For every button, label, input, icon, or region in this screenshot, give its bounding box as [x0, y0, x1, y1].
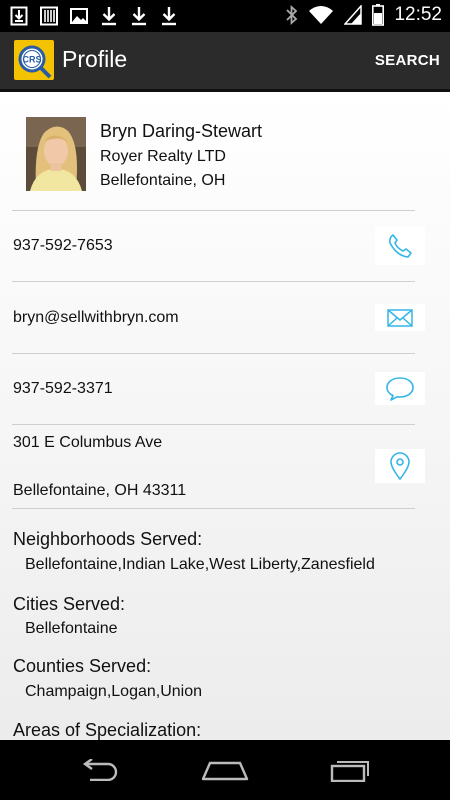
status-bar: 12:52 — [0, 0, 450, 32]
barcode-icon — [40, 6, 58, 26]
back-button[interactable] — [75, 754, 125, 786]
email-button[interactable] — [375, 304, 425, 331]
logo-text: CRS — [22, 55, 41, 65]
section-title-cities: Cities Served: — [13, 594, 126, 614]
download-box-icon — [10, 6, 28, 26]
agent-city: Bellefontaine, OH — [100, 172, 226, 189]
map-pin-icon — [390, 452, 410, 480]
signal-icon — [344, 5, 363, 25]
back-icon — [82, 759, 118, 781]
address-line-2[interactable]: Bellefontaine, OH 43311 — [13, 482, 186, 500]
section-title-specialization: Areas of Specialization: — [13, 720, 202, 740]
mail-icon — [387, 308, 413, 327]
map-button[interactable] — [375, 449, 425, 483]
navigation-bar — [0, 740, 450, 800]
avatar — [26, 117, 86, 191]
crs-logo: CRS — [14, 40, 54, 80]
message-button[interactable] — [375, 372, 425, 405]
wifi-icon — [309, 6, 334, 24]
agent-name: Bryn Daring-Stewart — [100, 121, 263, 141]
system-icons: 12:52 — [286, 4, 442, 26]
section-value-counties: Champaign,Logan,Union — [25, 683, 203, 700]
divider — [12, 210, 415, 211]
email-address[interactable]: bryn@sellwithbryn.com — [13, 309, 179, 327]
image-icon — [70, 8, 88, 24]
section-title-neighborhoods: Neighborhoods Served: — [13, 529, 203, 549]
divider — [12, 281, 415, 282]
divider — [12, 508, 415, 509]
divider — [12, 424, 415, 425]
address-line-1[interactable]: 301 E Columbus Ave — [13, 434, 162, 452]
page-title: Profile — [62, 46, 128, 72]
section-value-cities: Bellefontaine — [25, 620, 118, 637]
home-icon — [201, 761, 249, 781]
notification-icons — [10, 6, 178, 26]
profile-content[interactable]: Bryn Daring-Stewart Royer Realty LTD Bel… — [0, 92, 450, 740]
agent-company: Royer Realty LTD — [100, 148, 226, 165]
download-icon — [162, 7, 176, 26]
section-title-counties: Counties Served: — [13, 656, 152, 676]
call-button[interactable] — [375, 227, 425, 265]
search-button[interactable]: SEARCH — [375, 52, 440, 69]
clock: 12:52 — [394, 4, 442, 25]
section-value-neighborhoods: Bellefontaine,Indian Lake,West Liberty,Z… — [25, 556, 375, 573]
chat-bubble-icon — [386, 376, 414, 401]
bluetooth-icon — [286, 5, 298, 25]
home-button[interactable] — [200, 754, 250, 786]
phone-icon — [389, 234, 412, 258]
download-icon — [102, 7, 116, 26]
battery-icon — [372, 4, 385, 26]
download-icon — [132, 7, 146, 26]
action-bar: CRS Profile SEARCH — [0, 32, 450, 92]
sms-number[interactable]: 937-592-3371 — [13, 380, 113, 398]
divider — [12, 353, 415, 354]
phone-number[interactable]: 937-592-7653 — [13, 237, 113, 255]
recent-apps-button[interactable] — [325, 754, 375, 786]
recent-apps-icon — [330, 761, 369, 782]
